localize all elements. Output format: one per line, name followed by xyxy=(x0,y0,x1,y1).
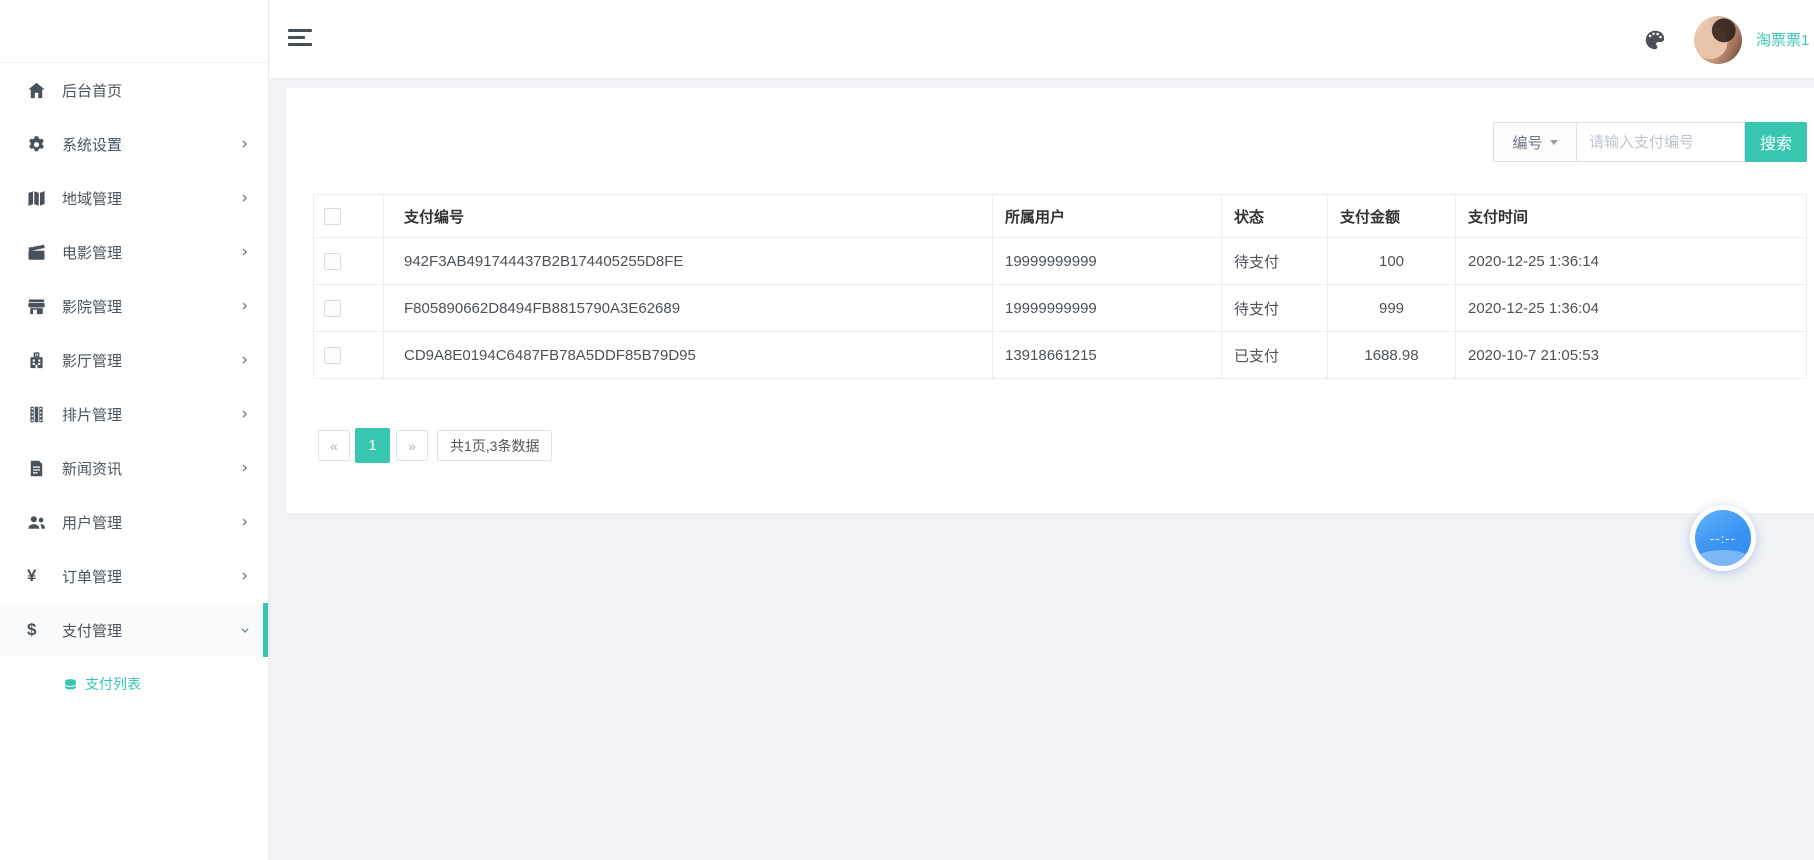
sidebar-item-label: 支付管理 xyxy=(62,620,241,641)
pay-id-cell: CD9A8E0194C6487FB78A5DDF85B79D95 xyxy=(384,332,993,379)
sidebar-item-settings[interactable]: 系统设置 › xyxy=(0,117,268,171)
sidebar-item-movies[interactable]: 电影管理 › xyxy=(0,225,268,279)
search-field-dropdown[interactable]: 编号 xyxy=(1493,122,1577,162)
sidebar-item-label: 电影管理 xyxy=(62,242,241,263)
sidebar-item-label: 用户管理 xyxy=(62,512,241,533)
clock-time-text: --:-- xyxy=(1710,531,1736,546)
select-all-checkbox[interactable] xyxy=(324,208,341,225)
payments-table: 支付编号 所属用户 状态 支付金额 支付时间 942F3AB491744437B… xyxy=(313,194,1807,379)
page-1-button[interactable]: 1 xyxy=(355,428,390,463)
chevron-right-icon: › xyxy=(241,190,248,207)
avatar[interactable] xyxy=(1694,16,1742,64)
user-cell: 19999999999 xyxy=(993,238,1222,285)
col-header-user: 所属用户 xyxy=(993,195,1222,238)
sidebar-item-label: 地域管理 xyxy=(62,188,241,209)
sidebar-item-cinemas[interactable]: 影院管理 › xyxy=(0,279,268,333)
submenu-item-label: 支付列表 xyxy=(85,674,141,694)
search-button[interactable]: 搜索 xyxy=(1745,122,1807,162)
sidebar-item-payments[interactable]: $ 支付管理 › xyxy=(0,603,268,657)
theme-palette-icon[interactable] xyxy=(1644,29,1666,51)
sidebar-item-label: 订单管理 xyxy=(62,566,241,587)
table-row: CD9A8E0194C6487FB78A5DDF85B79D95 1391866… xyxy=(314,332,1807,379)
chevron-right-icon: › xyxy=(241,136,248,153)
database-icon xyxy=(63,678,78,691)
sidebar-item-home[interactable]: 后台首页 xyxy=(0,63,268,117)
news-document-icon xyxy=(27,459,53,478)
status-badge: 已支付 xyxy=(1222,332,1328,379)
amount-cell: 1688.98 xyxy=(1328,332,1456,379)
sidebar: 后台首页 系统设置 › 地域管理 › 电影管理 › 影院管理 › H 影厅管理 xyxy=(0,0,269,860)
caret-down-icon xyxy=(1550,140,1558,145)
col-header-amount: 支付金额 xyxy=(1328,195,1456,238)
chevron-down-icon: › xyxy=(236,627,253,634)
clock-face: --:-- xyxy=(1695,510,1751,566)
pay-id-cell: F805890662D8494FB8815790A3E62689 xyxy=(384,285,993,332)
sidebar-subitem-payment-list[interactable]: 支付列表 xyxy=(0,657,268,711)
pagination-summary: 共1页,3条数据 xyxy=(437,430,552,461)
col-header-status: 状态 xyxy=(1222,195,1328,238)
topbar: 淘票票1 xyxy=(269,0,1814,79)
user-cell: 13918661215 xyxy=(993,332,1222,379)
pagination: « 1 » 共1页,3条数据 xyxy=(318,428,552,463)
col-header-time: 支付时间 xyxy=(1456,195,1807,238)
user-cell: 19999999999 xyxy=(993,285,1222,332)
sidebar-item-region[interactable]: 地域管理 › xyxy=(0,171,268,225)
time-cell: 2020-12-25 1:36:14 xyxy=(1456,238,1807,285)
sidebar-item-halls[interactable]: H 影厅管理 › xyxy=(0,333,268,387)
svg-text:H: H xyxy=(35,352,38,357)
table-header-row: 支付编号 所属用户 状态 支付金额 支付时间 xyxy=(314,195,1807,238)
col-header-pay-id: 支付编号 xyxy=(384,195,993,238)
storefront-icon xyxy=(27,297,53,316)
row-checkbox[interactable] xyxy=(324,253,341,270)
dollar-icon: $ xyxy=(27,620,53,640)
topbar-right: 淘票票1 xyxy=(1644,0,1814,79)
map-icon xyxy=(27,189,53,208)
movie-clapper-icon xyxy=(27,243,53,262)
sidebar-item-label: 影厅管理 xyxy=(62,350,241,371)
sidebar-item-news[interactable]: 新闻资讯 › xyxy=(0,441,268,495)
menu-toggle-icon[interactable] xyxy=(288,29,314,49)
content-card: 编号 搜索 支付编号 所属用户 状态 支付金额 支付时间 942F3AB4917… xyxy=(286,88,1814,513)
home-icon xyxy=(27,81,53,100)
film-strip-icon xyxy=(27,405,53,424)
chevron-right-icon: › xyxy=(241,352,248,369)
sidebar-item-label: 影院管理 xyxy=(62,296,241,317)
yen-icon: ¥ xyxy=(27,566,53,586)
sidebar-item-label: 系统设置 xyxy=(62,134,241,155)
sidebar-item-users[interactable]: 用户管理 › xyxy=(0,495,268,549)
gear-icon xyxy=(27,135,53,154)
amount-cell: 100 xyxy=(1328,238,1456,285)
pay-id-cell: 942F3AB491744437B2B174405255D8FE xyxy=(384,238,993,285)
table-row: F805890662D8494FB8815790A3E62689 1999999… xyxy=(314,285,1807,332)
search-input[interactable] xyxy=(1577,122,1745,162)
status-badge: 待支付 xyxy=(1222,238,1328,285)
sidebar-item-label: 排片管理 xyxy=(62,404,241,425)
chevron-right-icon: › xyxy=(241,460,248,477)
username[interactable]: 淘票票1 xyxy=(1756,29,1814,50)
chevron-right-icon: › xyxy=(241,406,248,423)
sidebar-item-label: 新闻资讯 xyxy=(62,458,241,479)
users-icon xyxy=(27,513,53,532)
floating-clock-widget[interactable]: --:-- xyxy=(1690,505,1756,571)
time-cell: 2020-10-7 21:05:53 xyxy=(1456,332,1807,379)
table-row: 942F3AB491744437B2B174405255D8FE 1999999… xyxy=(314,238,1807,285)
search-field-label: 编号 xyxy=(1512,132,1542,153)
row-checkbox[interactable] xyxy=(324,300,341,317)
search-group: 编号 搜索 xyxy=(1493,122,1807,162)
prev-page-button[interactable]: « xyxy=(318,430,350,461)
sidebar-item-schedule[interactable]: 排片管理 › xyxy=(0,387,268,441)
building-icon: H xyxy=(27,351,53,370)
chevron-right-icon: › xyxy=(241,244,248,261)
time-cell: 2020-12-25 1:36:04 xyxy=(1456,285,1807,332)
chevron-right-icon: › xyxy=(241,568,248,585)
status-badge: 待支付 xyxy=(1222,285,1328,332)
sidebar-item-label: 后台首页 xyxy=(62,80,248,101)
chevron-right-icon: › xyxy=(241,514,248,531)
row-checkbox[interactable] xyxy=(324,347,341,364)
next-page-button[interactable]: » xyxy=(396,430,428,461)
sidebar-header xyxy=(0,0,268,63)
sidebar-item-orders[interactable]: ¥ 订单管理 › xyxy=(0,549,268,603)
amount-cell: 999 xyxy=(1328,285,1456,332)
chevron-right-icon: › xyxy=(241,298,248,315)
